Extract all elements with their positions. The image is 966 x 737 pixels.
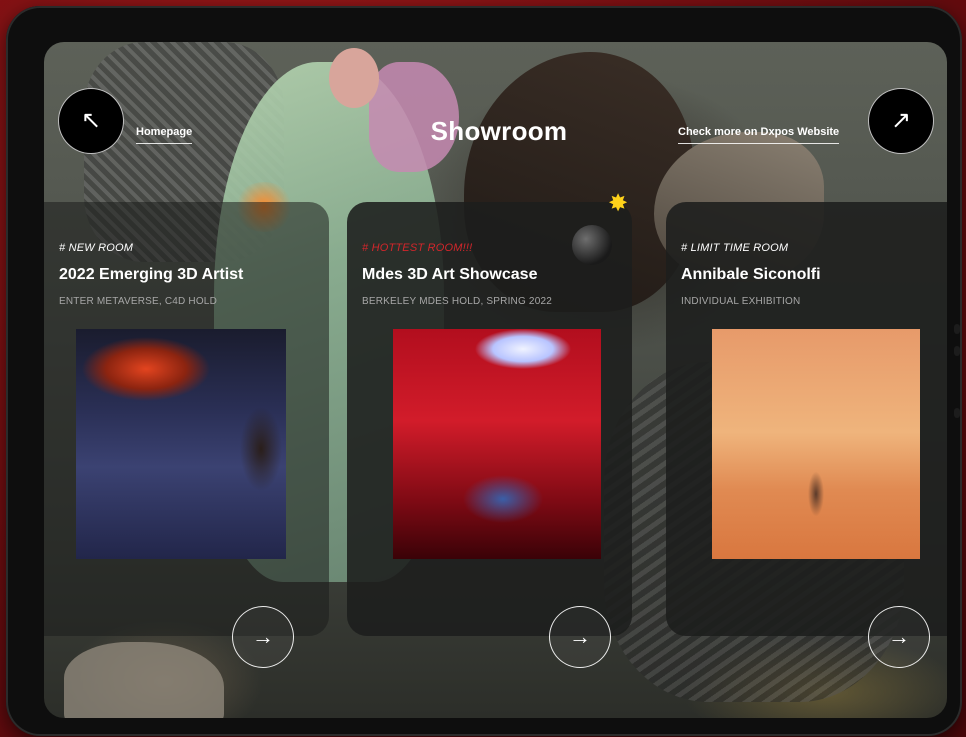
room-title: Mdes 3D Art Showcase [362, 266, 538, 283]
room-card-limit-time[interactable]: # LIMIT TIME ROOM Annibale Siconolfi IND… [666, 202, 947, 668]
room-title: 2022 Emerging 3D Artist [59, 266, 244, 283]
back-button[interactable]: ↖ [58, 88, 124, 154]
room-card-hottest[interactable]: # HOTTEST ROOM!!! Mdes 3D Art Showcase B… [347, 202, 632, 668]
room-tag: # LIMIT TIME ROOM [681, 242, 789, 254]
arrow-right-icon: → [569, 624, 591, 649]
backdrop-rock [64, 642, 224, 718]
room-subtitle: INDIVIDUAL EXHIBITION [681, 296, 801, 307]
room-tag: # HOTTEST ROOM!!! [362, 242, 473, 254]
arrow-up-right-icon: ↗ [890, 107, 912, 134]
room-subtitle: ENTER METAVERSE, C4D HOLD [59, 296, 217, 307]
side-button [954, 346, 960, 356]
arrow-right-icon: → [888, 624, 910, 649]
homepage-link[interactable]: Homepage [136, 126, 193, 144]
side-button [954, 408, 960, 418]
page-title: Showroom [430, 116, 568, 146]
arrow-right-icon: → [252, 624, 274, 649]
tablet-frame: ↖ Homepage Showroom Check more on Dxpos … [6, 6, 962, 736]
room-artwork-image[interactable] [393, 329, 601, 559]
enter-room-button[interactable]: → [232, 606, 294, 668]
enter-room-button[interactable]: → [549, 606, 611, 668]
external-link-button[interactable]: ↗ [868, 88, 934, 154]
spark-icon: ✸ [608, 190, 629, 217]
room-artwork-image[interactable] [712, 329, 920, 559]
arrow-up-left-icon: ↖ [80, 107, 102, 134]
dxpos-website-link[interactable]: Check more on Dxpos Website [678, 126, 840, 144]
backdrop-figure-head [329, 48, 379, 108]
room-subtitle: BERKELEY MDES HOLD, SPRING 2022 [362, 296, 552, 307]
enter-room-button[interactable]: → [868, 606, 930, 668]
side-button [954, 324, 960, 334]
bomb-icon [572, 225, 612, 265]
room-title: Annibale Siconolfi [681, 266, 821, 283]
room-card-new[interactable]: # NEW ROOM 2022 Emerging 3D Artist ENTER… [44, 202, 329, 668]
room-artwork-image[interactable] [76, 329, 286, 559]
showroom-screen: ↖ Homepage Showroom Check more on Dxpos … [44, 42, 947, 718]
room-tag: # NEW ROOM [59, 242, 134, 254]
